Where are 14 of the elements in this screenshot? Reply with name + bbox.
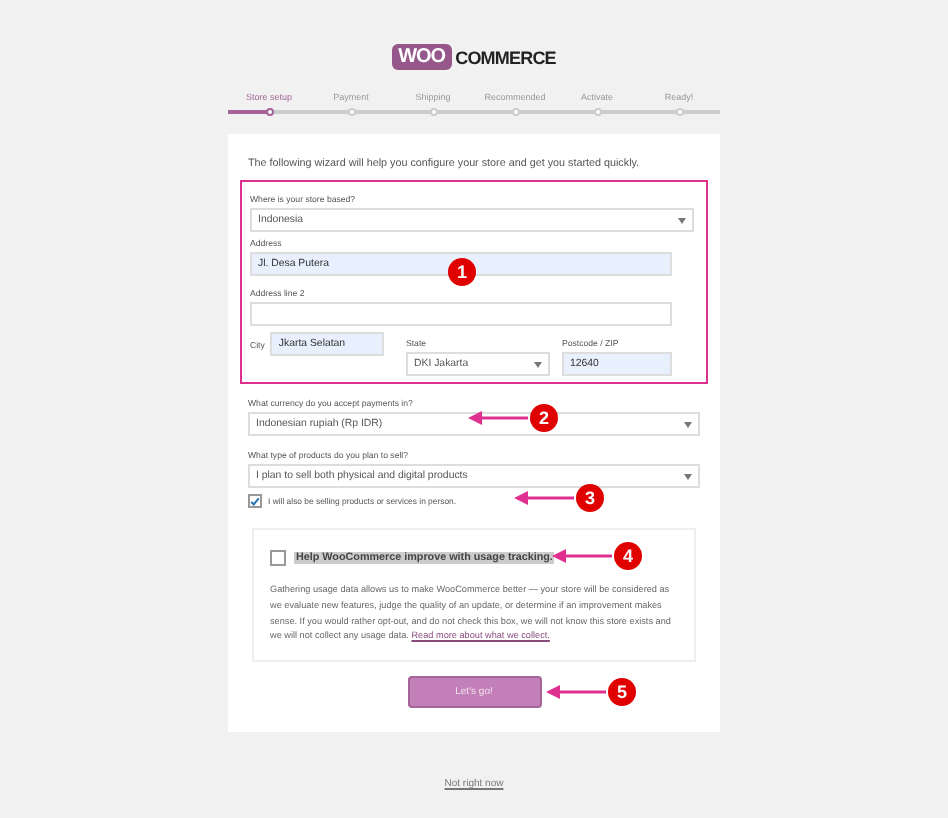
dropdown-caret-icon (684, 421, 692, 427)
dropdown-caret-icon (684, 473, 692, 479)
step-number-badge: 5 (608, 678, 636, 707)
step-number-badge: 2 (530, 404, 558, 432)
step-number-badge: 1 (448, 258, 476, 286)
checkbox[interactable] (270, 550, 286, 566)
dropdown-caret-icon (678, 217, 686, 223)
logo-badge: WOO (392, 44, 452, 70)
step-number-badge: 3 (576, 484, 604, 512)
logo-text: COMMERCE (455, 47, 556, 67)
address-field[interactable] (250, 302, 672, 326)
dropdown-caret-icon (534, 361, 542, 367)
step-number-badge: 4 (614, 542, 642, 570)
checkbox[interactable] (248, 494, 262, 508)
